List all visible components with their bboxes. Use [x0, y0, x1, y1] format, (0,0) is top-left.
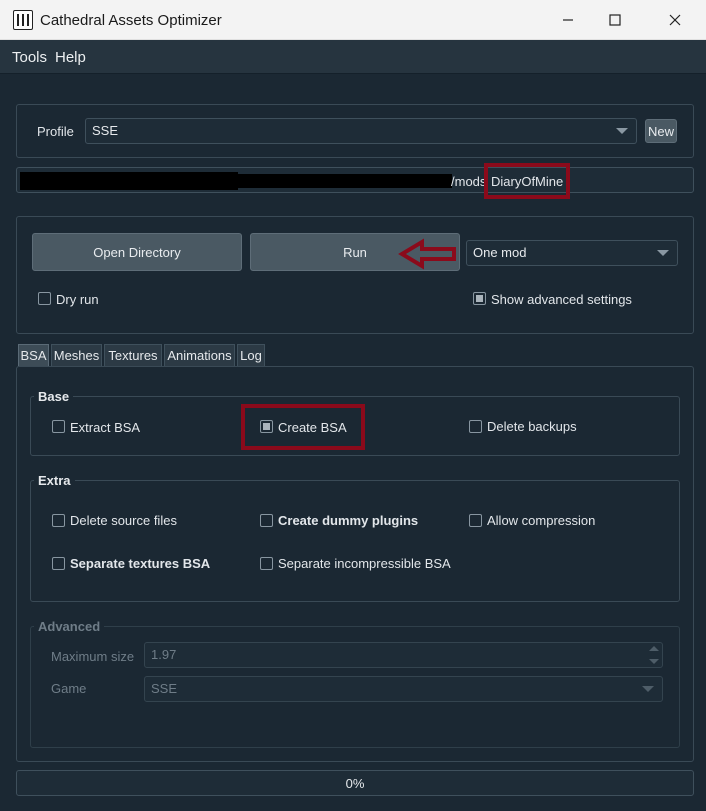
maximum-size-value: 1.97 — [151, 647, 177, 662]
path-fragment: /mods — [451, 174, 487, 189]
window-title: Cathedral Assets Optimizer — [40, 12, 222, 29]
create-bsa-checkbox[interactable] — [260, 420, 273, 433]
allow-compression-label: Allow compression — [487, 513, 596, 528]
tab-textures[interactable]: Textures — [104, 344, 162, 366]
extract-bsa-checkbox[interactable] — [52, 420, 65, 433]
progress-text: 0% — [345, 776, 365, 791]
progress-bar: 0% — [16, 770, 694, 796]
menu-tools[interactable]: Tools — [12, 49, 47, 66]
separate-incompressible-bsa-label: Separate incompressible BSA — [278, 556, 451, 571]
game-combo[interactable]: SSE — [144, 676, 663, 702]
redacted-path-block — [20, 172, 238, 190]
game-value: SSE — [151, 681, 178, 696]
annotation-arrow-icon — [398, 238, 458, 275]
dry-run-label: Dry run — [56, 292, 99, 307]
show-advanced-checkbox[interactable] — [473, 292, 486, 305]
profile-combo[interactable]: SSE — [85, 118, 637, 144]
create-bsa-label: Create BSA — [278, 420, 347, 435]
delete-backups-checkbox[interactable] — [469, 420, 482, 433]
minimize-icon[interactable] — [545, 0, 591, 40]
redacted-path-block — [238, 174, 452, 188]
mode-combo[interactable]: One mod — [466, 240, 678, 266]
maximum-size-label: Maximum size — [51, 649, 135, 664]
extra-group-title: Extra — [34, 473, 75, 488]
extra-group — [30, 480, 680, 602]
menu-bar: Tools Help — [0, 40, 706, 74]
separate-textures-bsa-checkbox[interactable] — [52, 557, 65, 570]
game-label: Game — [51, 681, 87, 696]
extract-bsa-label: Extract BSA — [70, 420, 141, 435]
base-group-title: Base — [34, 389, 74, 404]
tab-bsa[interactable]: BSA — [18, 344, 49, 366]
title-bar: Cathedral Assets Optimizer — [0, 0, 706, 40]
chevron-down-icon — [616, 128, 628, 134]
close-icon[interactable] — [652, 0, 698, 40]
path-mod-name: DiaryOfMine — [491, 174, 564, 189]
create-dummy-plugins-label: Create dummy plugins — [278, 513, 419, 528]
profile-value: SSE — [92, 123, 119, 138]
tab-meshes[interactable]: Meshes — [51, 344, 102, 366]
open-directory-button[interactable]: Open Directory — [32, 233, 242, 271]
profile-label: Profile — [37, 124, 74, 139]
maximum-size-spinbox[interactable]: 1.97 — [144, 642, 663, 668]
chevron-down-icon — [657, 250, 669, 256]
advanced-group-title: Advanced — [34, 619, 105, 634]
show-advanced-label: Show advanced settings — [491, 292, 632, 307]
allow-compression-checkbox[interactable] — [469, 514, 482, 527]
delete-backups-label: Delete backups — [487, 419, 577, 434]
separate-incompressible-bsa-checkbox[interactable] — [260, 557, 273, 570]
delete-source-files-label: Delete source files — [70, 513, 177, 528]
maximize-icon[interactable] — [592, 0, 638, 40]
tab-log[interactable]: Log — [237, 344, 265, 366]
spin-down-icon[interactable] — [649, 659, 659, 664]
mode-value: One mod — [473, 245, 527, 260]
chevron-down-icon — [642, 686, 654, 692]
spin-up-icon[interactable] — [649, 646, 659, 651]
new-profile-button[interactable]: New — [645, 119, 677, 143]
create-dummy-plugins-checkbox[interactable] — [260, 514, 273, 527]
dry-run-checkbox[interactable] — [38, 292, 51, 305]
tab-animations[interactable]: Animations — [164, 344, 235, 366]
menu-help[interactable]: Help — [55, 49, 86, 66]
cathedral-app-icon — [13, 10, 33, 30]
delete-source-files-checkbox[interactable] — [52, 514, 65, 527]
separate-textures-bsa-label: Separate textures BSA — [70, 556, 211, 571]
